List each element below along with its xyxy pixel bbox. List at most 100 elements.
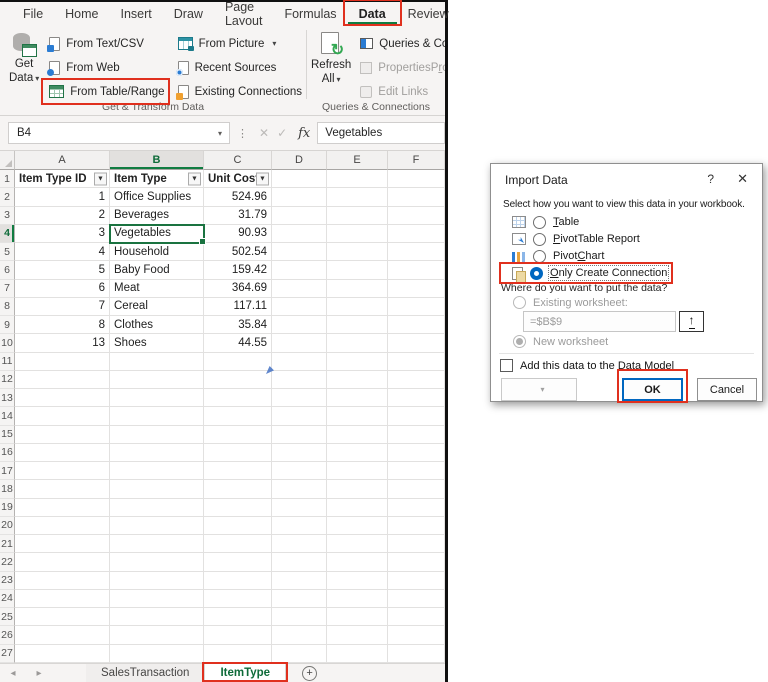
insert-function-icon[interactable]: fx — [298, 126, 310, 141]
cell-A17[interactable] — [15, 462, 110, 480]
cell-F20[interactable] — [388, 517, 445, 535]
row-number-1[interactable]: 1 — [0, 170, 15, 188]
cell-A27[interactable] — [15, 645, 110, 663]
cell-B21[interactable] — [110, 535, 204, 553]
cell-D18[interactable] — [272, 480, 327, 498]
cell-F23[interactable] — [388, 572, 445, 590]
formula-bar-drag-handle[interactable]: ⋮ — [237, 127, 248, 140]
cell-D12[interactable] — [272, 371, 327, 389]
cell-C25[interactable] — [204, 608, 272, 626]
cell-E16[interactable] — [327, 444, 388, 462]
row-number-26[interactable]: 26 — [0, 626, 15, 644]
cell-E7[interactable] — [327, 280, 388, 298]
cell-A13[interactable] — [15, 389, 110, 407]
cell-B16[interactable] — [110, 444, 204, 462]
cancel-button[interactable]: Cancel — [697, 378, 757, 401]
row-number-10[interactable]: 10 — [0, 334, 15, 352]
cell-C7[interactable]: 364.69 — [204, 280, 272, 298]
cell-C4[interactable]: 90.93 — [204, 225, 272, 243]
cell-D17[interactable] — [272, 462, 327, 480]
filter-dropdown-icon[interactable]: ▼ — [94, 172, 107, 185]
properties-button[interactable]: PropertiesProperties... — [356, 58, 445, 77]
cell-C16[interactable] — [204, 444, 272, 462]
cell-C9[interactable]: 35.84 — [204, 316, 272, 334]
from-web-button[interactable]: From Web — [45, 58, 168, 77]
radio-pivotchart[interactable] — [533, 250, 546, 263]
cell-F13[interactable] — [388, 389, 445, 407]
cell-A6[interactable]: 5 — [15, 261, 110, 279]
cell-F24[interactable] — [388, 590, 445, 608]
row-number-5[interactable]: 5 — [0, 243, 15, 261]
cell-B10[interactable]: Shoes — [110, 334, 204, 352]
row-number-11[interactable]: 11 — [0, 353, 15, 371]
cell-C21[interactable] — [204, 535, 272, 553]
cell-E19[interactable] — [327, 499, 388, 517]
cell-F12[interactable] — [388, 371, 445, 389]
cell-E23[interactable] — [327, 572, 388, 590]
cell-F3[interactable] — [388, 207, 445, 225]
cell-B12[interactable] — [110, 371, 204, 389]
from-text-csv-button[interactable]: From Text/CSV — [45, 34, 168, 53]
cell-A14[interactable] — [15, 407, 110, 425]
cell-D25[interactable] — [272, 608, 327, 626]
cell-B24[interactable] — [110, 590, 204, 608]
cell-A7[interactable]: 6 — [15, 280, 110, 298]
row-number-27[interactable]: 27 — [0, 645, 15, 663]
cell-F5[interactable] — [388, 243, 445, 261]
cell-D24[interactable] — [272, 590, 327, 608]
menu-tab-data[interactable]: Data — [348, 2, 397, 25]
cell-E3[interactable] — [327, 207, 388, 225]
queries-connections-button[interactable]: Queries & Connections — [356, 34, 445, 53]
row-number-24[interactable]: 24 — [0, 590, 15, 608]
cell-A18[interactable] — [15, 480, 110, 498]
cell-E22[interactable] — [327, 553, 388, 571]
cell-C19[interactable] — [204, 499, 272, 517]
column-header-c[interactable]: C — [204, 151, 272, 170]
cell-B18[interactable] — [110, 480, 204, 498]
row-number-2[interactable]: 2 — [0, 188, 15, 206]
radio-only-create-connection[interactable] — [530, 267, 543, 280]
cancel-entry-icon[interactable]: ✕ — [259, 126, 269, 140]
cell-A15[interactable] — [15, 426, 110, 444]
row-number-20[interactable]: 20 — [0, 517, 15, 535]
cell-F6[interactable] — [388, 261, 445, 279]
menu-tab-insert[interactable]: Insert — [110, 2, 163, 25]
row-number-17[interactable]: 17 — [0, 462, 15, 480]
import-option-pivotchart[interactable]: PivotChart — [503, 249, 671, 263]
edit-links-button[interactable]: Edit Links — [356, 82, 445, 101]
cell-D3[interactable] — [272, 207, 327, 225]
menu-tab-home[interactable]: Home — [54, 2, 109, 25]
cell-D16[interactable] — [272, 444, 327, 462]
cell-C12[interactable] — [204, 371, 272, 389]
cell-A24[interactable] — [15, 590, 110, 608]
cell-D6[interactable] — [272, 261, 327, 279]
cell-F25[interactable] — [388, 608, 445, 626]
row-number-14[interactable]: 14 — [0, 407, 15, 425]
menu-tab-draw[interactable]: Draw — [163, 2, 214, 25]
cell-C8[interactable]: 117.11 — [204, 298, 272, 316]
column-header-b[interactable]: B — [110, 151, 204, 170]
cell-C14[interactable] — [204, 407, 272, 425]
column-header-d[interactable]: D — [272, 151, 327, 170]
cell-D15[interactable] — [272, 426, 327, 444]
cell-D2[interactable] — [272, 188, 327, 206]
cell-F4[interactable] — [388, 225, 445, 243]
radio-existing-worksheet[interactable] — [513, 296, 526, 309]
ok-button[interactable]: OK — [622, 378, 683, 401]
properties-button[interactable]: ▾ — [501, 378, 577, 401]
cell-F2[interactable] — [388, 188, 445, 206]
cell-F9[interactable] — [388, 316, 445, 334]
row-number-23[interactable]: 23 — [0, 572, 15, 590]
cell-C11[interactable] — [204, 353, 272, 371]
cell-F18[interactable] — [388, 480, 445, 498]
menu-tab-review[interactable]: Review — [397, 2, 460, 25]
cell-E15[interactable] — [327, 426, 388, 444]
cell-C26[interactable] — [204, 626, 272, 644]
menu-tab-page-layout[interactable]: Page Layout — [214, 2, 274, 25]
select-all-corner[interactable] — [0, 151, 15, 170]
cell-B2[interactable]: Office Supplies — [110, 188, 204, 206]
row-number-4[interactable]: 4 — [0, 225, 15, 243]
name-box[interactable]: B4 ▾ — [8, 122, 230, 144]
sheet-tab-salestransaction[interactable]: SalesTransaction — [86, 664, 205, 682]
radio-new-worksheet[interactable] — [513, 335, 526, 348]
